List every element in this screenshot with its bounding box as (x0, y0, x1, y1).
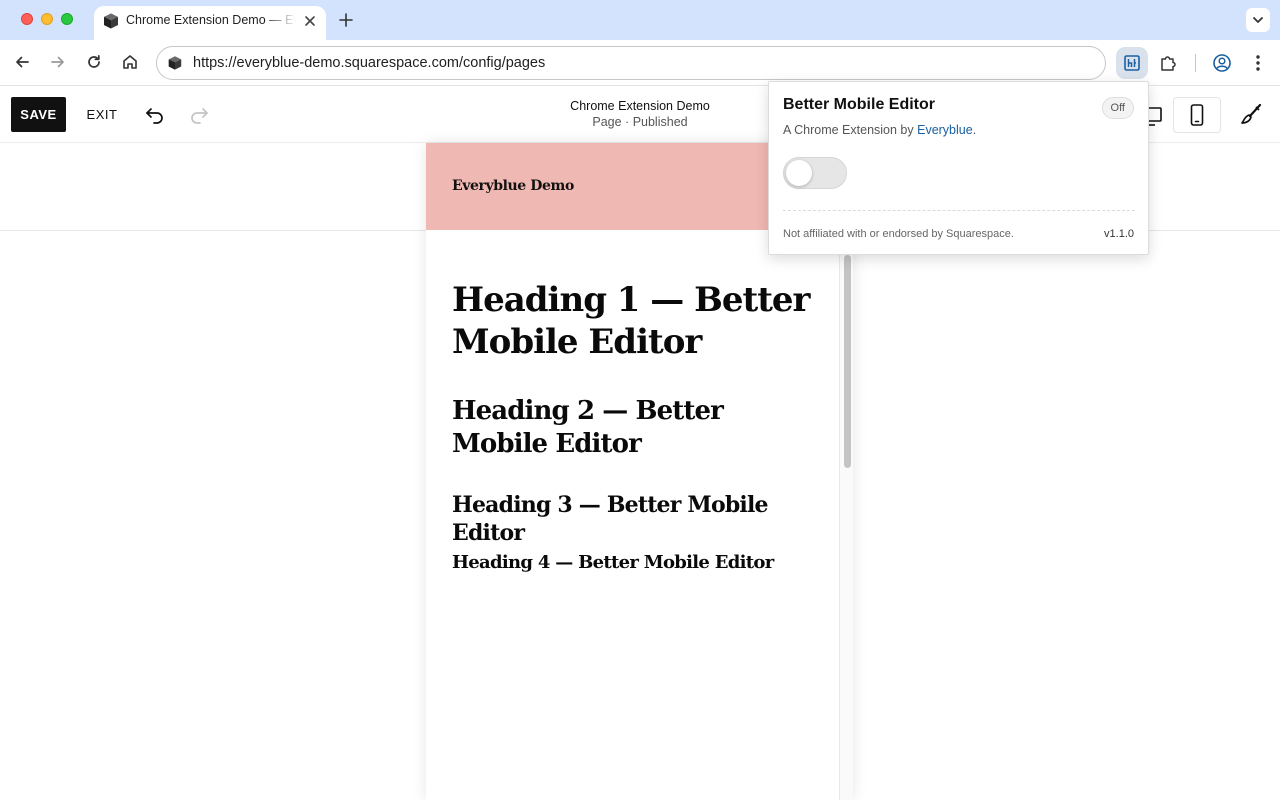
heading-2[interactable]: Heading 2 — Better Mobile Editor (452, 395, 822, 461)
back-arrow-icon[interactable] (12, 52, 32, 72)
heading-3[interactable]: Heading 3 — Better Mobile Editor (452, 491, 832, 547)
undo-icon[interactable] (143, 103, 167, 127)
window-close-button[interactable] (21, 13, 33, 25)
popup-subtitle-suffix: . (972, 123, 977, 137)
browser-tab-strip: Chrome Extension Demo — Everyblue Demo (0, 0, 1280, 40)
redo-icon[interactable] (187, 103, 211, 127)
browser-toolbar: https://everyblue-demo.squarespace.com/c… (0, 40, 1280, 86)
forward-arrow-icon[interactable] (48, 52, 68, 72)
toggle-knob (786, 160, 812, 186)
tab-search-chevron-down-icon[interactable] (1246, 8, 1270, 32)
profile-avatar-icon[interactable] (1212, 53, 1232, 73)
better-mobile-editor-extension-icon[interactable] (1116, 47, 1148, 79)
extensions-puzzle-icon[interactable] (1158, 53, 1178, 73)
page-status: Page · Published (592, 115, 688, 129)
more-menu-icon[interactable] (1250, 53, 1266, 73)
exit-button[interactable]: EXIT (84, 97, 120, 132)
site-cube-icon[interactable] (167, 55, 183, 76)
popup-version: v1.1.0 (1104, 228, 1134, 240)
popup-title: Better Mobile Editor (783, 96, 936, 113)
heading-4[interactable]: Heading 4 — Better Mobile Editor (452, 551, 832, 575)
status-badge: Off (1101, 97, 1134, 119)
home-icon[interactable] (120, 52, 140, 72)
paintbrush-icon[interactable] (1238, 102, 1264, 128)
extension-popup: Better Mobile Editor Off A Chrome Extens… (768, 81, 1149, 255)
save-button[interactable]: SAVE (11, 97, 66, 132)
close-icon[interactable] (302, 13, 318, 29)
new-tab-plus-icon[interactable] (337, 11, 355, 29)
heading-1[interactable]: Heading 1 — Better Mobile Editor (452, 279, 812, 363)
mobile-view-icon[interactable] (1173, 97, 1221, 133)
cube-icon (102, 12, 120, 35)
popup-disclaimer: Not affiliated with or endorsed by Squar… (783, 228, 1014, 240)
toolbar-divider (1195, 54, 1196, 72)
window-zoom-button[interactable] (61, 13, 73, 25)
tab-title: Chrome Extension Demo — Everyblue Demo (126, 13, 296, 27)
window-minimize-button[interactable] (41, 13, 53, 25)
site-title[interactable]: Everyblue Demo (452, 178, 574, 194)
popup-subtitle: A Chrome Extension by Everyblue. (783, 123, 976, 137)
address-bar[interactable]: https://everyblue-demo.squarespace.com/c… (156, 46, 1106, 80)
everyblue-link[interactable]: Everyblue (917, 123, 973, 137)
enable-toggle[interactable] (783, 157, 847, 189)
popup-divider (783, 210, 1135, 211)
preview-scrollbar-thumb[interactable] (844, 255, 851, 468)
browser-tab-active[interactable]: Chrome Extension Demo — Everyblue Demo (94, 6, 326, 40)
page-title: Chrome Extension Demo (570, 99, 710, 113)
popup-subtitle-text: A Chrome Extension by (783, 123, 918, 137)
address-bar-url[interactable]: https://everyblue-demo.squarespace.com/c… (193, 55, 545, 71)
reload-icon[interactable] (84, 52, 104, 72)
